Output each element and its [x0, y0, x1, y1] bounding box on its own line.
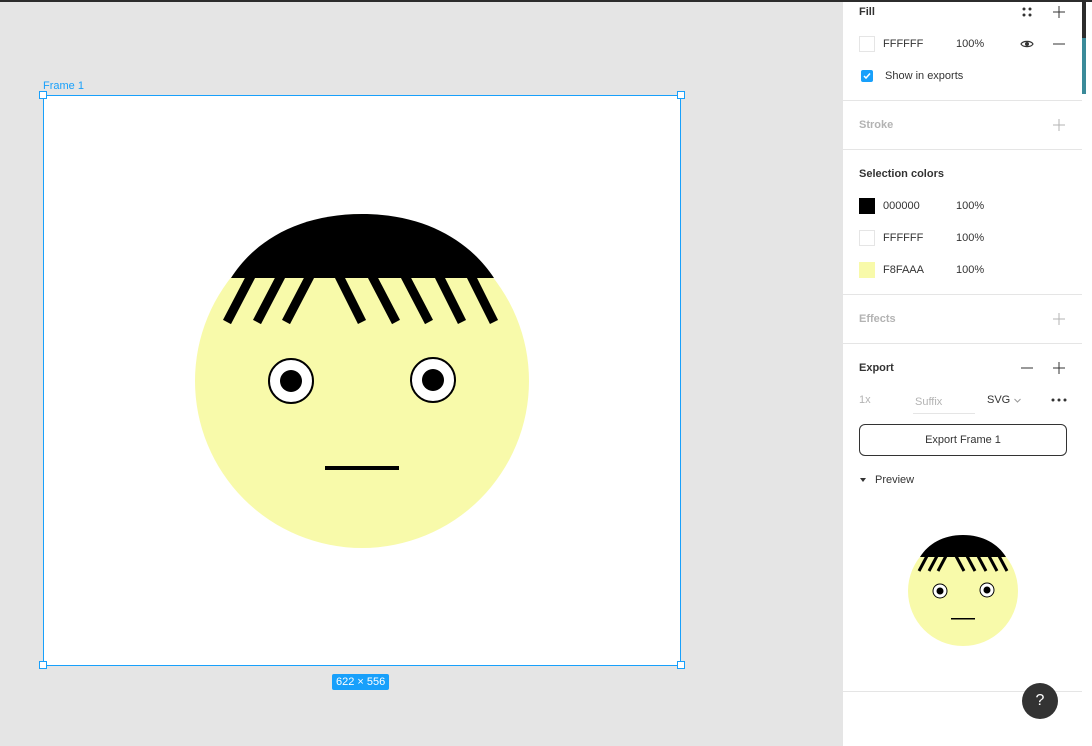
- show-in-exports-row[interactable]: Show in exports: [861, 68, 963, 84]
- help-button[interactable]: ?: [1022, 683, 1058, 719]
- add-effect-icon[interactable]: [1051, 311, 1067, 327]
- preview-label: Preview: [875, 474, 915, 486]
- fill-section: Fill FFFFFF 100% Show in exports: [843, 2, 1083, 101]
- chevron-down-icon: [1014, 394, 1022, 406]
- export-preview-image: [908, 535, 1018, 646]
- selection-color-opacity[interactable]: 100%: [956, 232, 984, 244]
- frame-label[interactable]: Frame 1: [43, 80, 84, 92]
- selection-color-swatch[interactable]: [859, 262, 875, 278]
- fill-title: Fill: [859, 6, 875, 18]
- stroke-section: Stroke: [843, 101, 1083, 150]
- add-stroke-icon[interactable]: [1051, 117, 1067, 133]
- show-in-exports-label: Show in exports: [885, 70, 964, 82]
- selection-color-opacity[interactable]: 100%: [956, 200, 984, 212]
- export-suffix-input[interactable]: [913, 390, 975, 414]
- resize-handle-top-right[interactable]: [677, 91, 685, 99]
- selection-colors-section: Selection colors 000000 100% FFFFFF 100%…: [843, 150, 1083, 295]
- caret-down-icon: [859, 474, 867, 486]
- selection-color-row[interactable]: 000000 100%: [859, 198, 984, 214]
- stroke-title: Stroke: [859, 119, 894, 131]
- resize-handle-top-left[interactable]: [39, 91, 47, 99]
- export-scale[interactable]: 1x: [859, 394, 871, 406]
- more-options-icon[interactable]: [1049, 392, 1069, 408]
- fill-opacity[interactable]: 100%: [956, 38, 984, 50]
- export-title: Export: [859, 362, 894, 374]
- export-format-label: SVG: [987, 394, 1011, 406]
- selection-color-hex[interactable]: F8FAAA: [883, 264, 924, 276]
- selection-color-row[interactable]: F8FAAA 100%: [859, 262, 984, 278]
- effects-title: Effects: [859, 313, 896, 325]
- selection-color-opacity[interactable]: 100%: [956, 264, 984, 276]
- export-format-select[interactable]: SVG: [987, 394, 1022, 406]
- show-in-exports-checkbox[interactable]: [861, 70, 873, 82]
- effects-section: Effects: [843, 295, 1083, 344]
- selection-color-hex[interactable]: 000000: [883, 200, 920, 212]
- scrollbar-track[interactable]: [1082, 2, 1092, 746]
- fill-row[interactable]: FFFFFF 100%: [859, 36, 984, 52]
- resize-handle-bottom-right[interactable]: [677, 661, 685, 669]
- remove-fill-icon[interactable]: [1051, 36, 1067, 52]
- selection-color-swatch[interactable]: [859, 230, 875, 246]
- add-fill-icon[interactable]: [1051, 4, 1067, 20]
- selection-color-swatch[interactable]: [859, 198, 875, 214]
- fill-swatch[interactable]: [859, 36, 875, 52]
- export-frame-button[interactable]: Export Frame 1: [859, 424, 1067, 456]
- resize-handle-bottom-left[interactable]: [39, 661, 47, 669]
- remove-export-icon[interactable]: [1019, 360, 1035, 376]
- preview-toggle[interactable]: Preview: [859, 474, 914, 486]
- frame[interactable]: [43, 95, 681, 666]
- selection-color-hex[interactable]: FFFFFF: [883, 232, 923, 244]
- size-badge: 622 × 556: [332, 674, 390, 690]
- style-grid-icon[interactable]: [1019, 4, 1035, 20]
- eye-icon[interactable]: [1019, 36, 1035, 52]
- properties-panel: Fill FFFFFF 100% Show in exports Stroke: [842, 2, 1083, 746]
- fill-hex[interactable]: FFFFFF: [883, 38, 923, 50]
- selection-color-row[interactable]: FFFFFF 100%: [859, 230, 984, 246]
- add-export-icon[interactable]: [1051, 360, 1067, 376]
- scrollbar-accent: [1082, 38, 1086, 94]
- selection-colors-title: Selection colors: [859, 168, 944, 180]
